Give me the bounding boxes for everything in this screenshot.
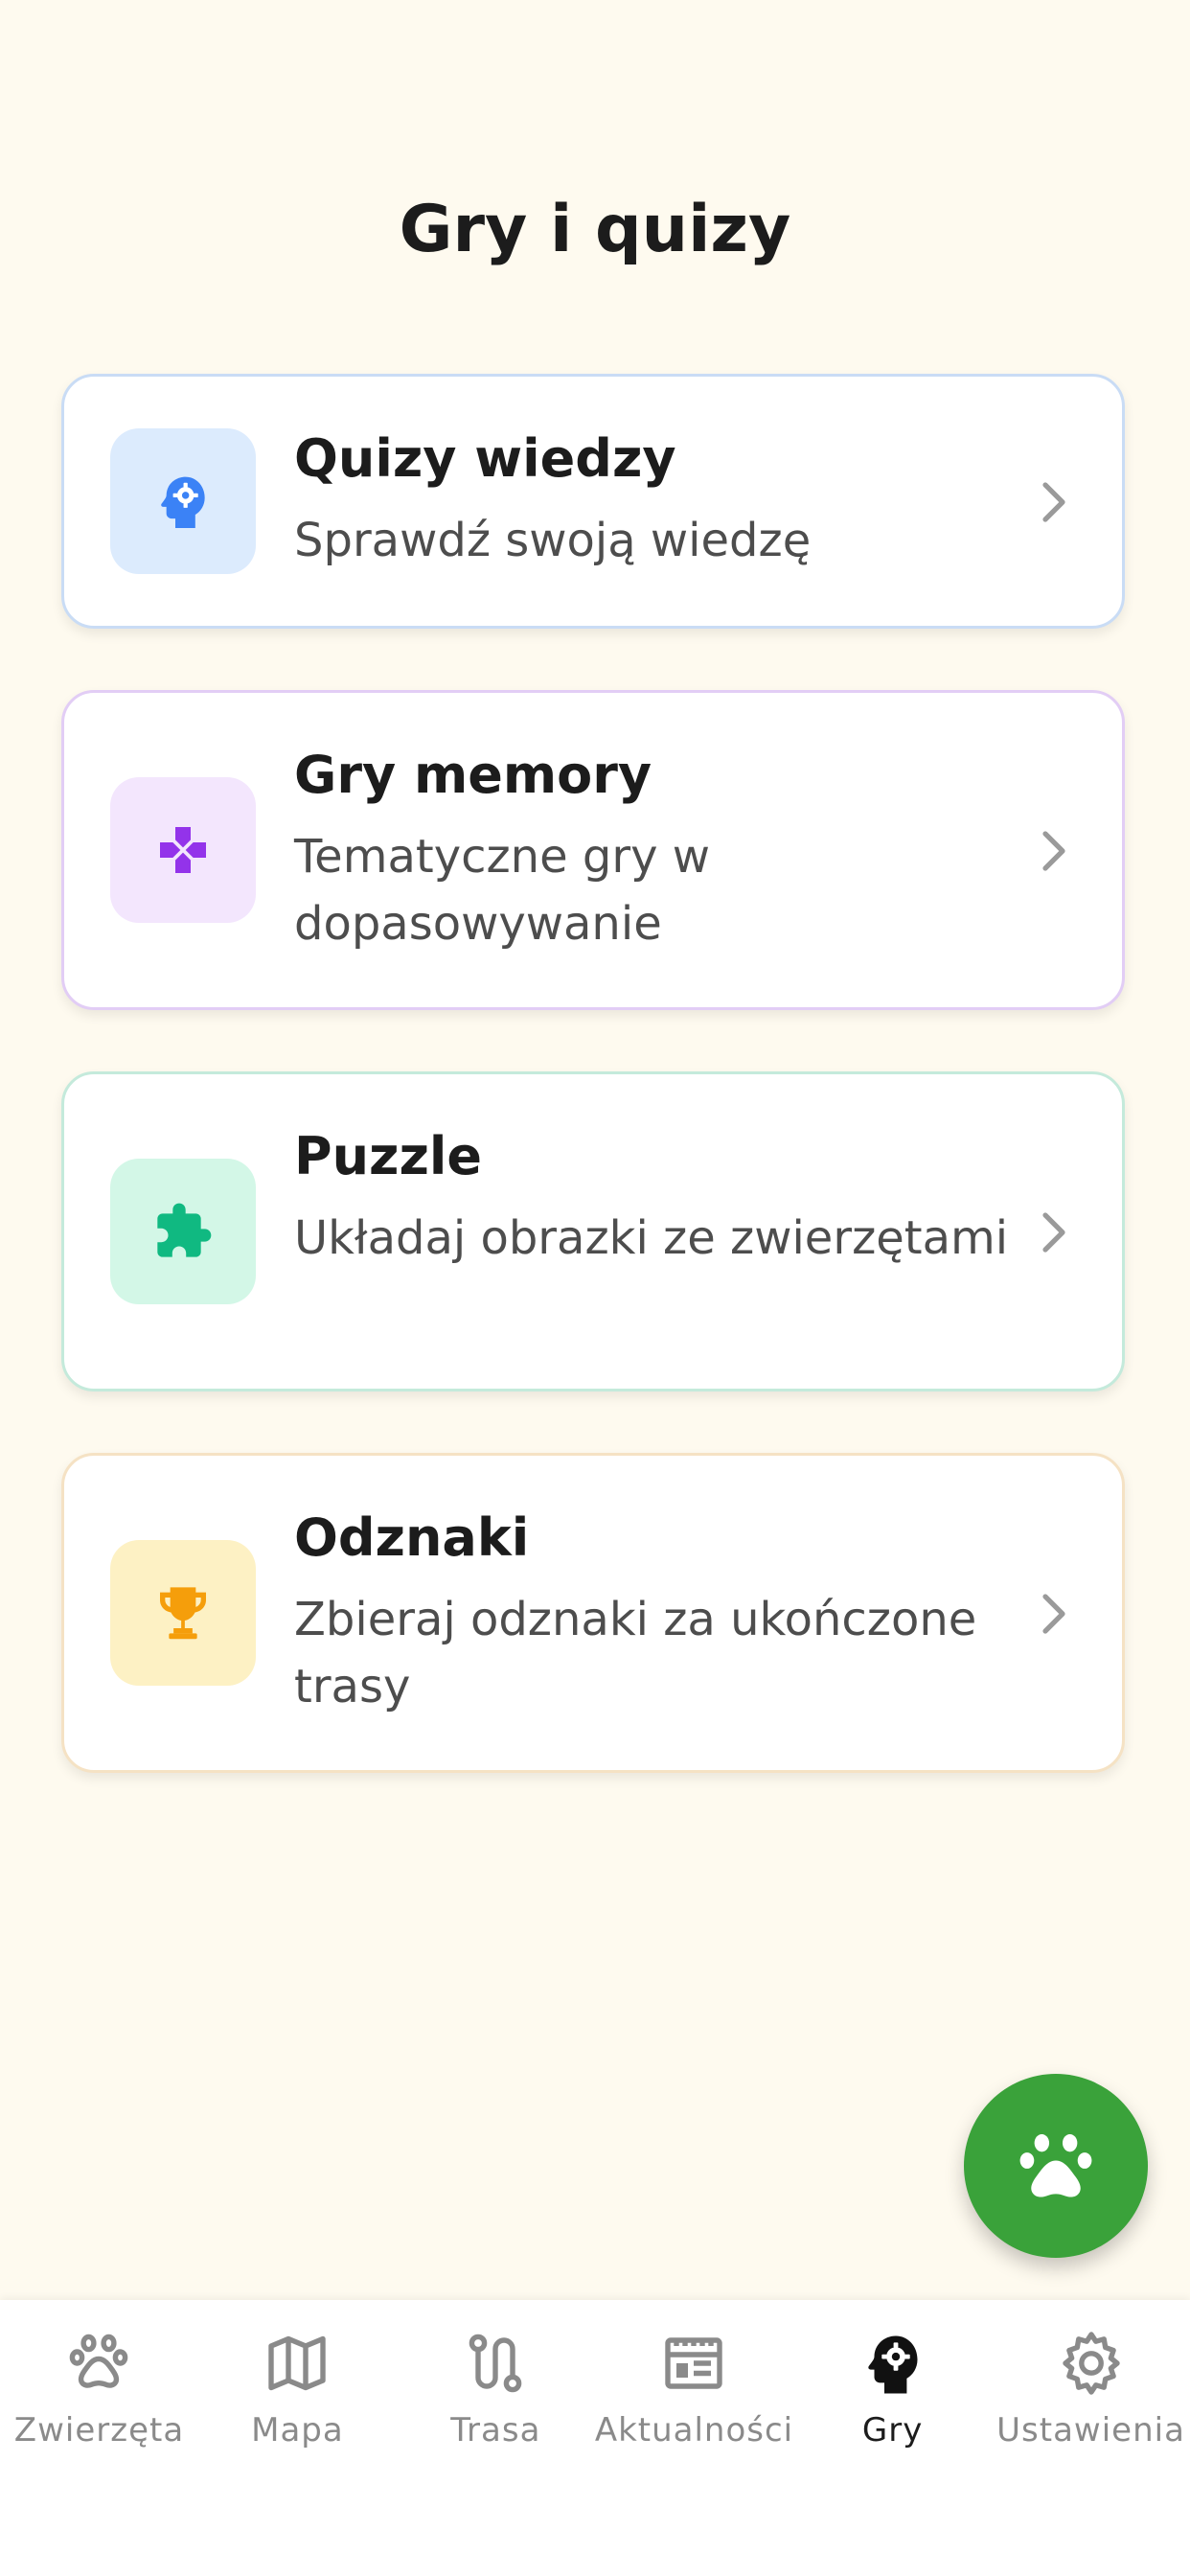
- nav-label: Trasa: [450, 2411, 541, 2450]
- card-title: Quizy wiedzy: [294, 428, 676, 489]
- bottom-navigation: Zwierzęta Mapa Trasa Aktualności Gry Ust…: [0, 2300, 1190, 2576]
- route-icon: [469, 2334, 522, 2393]
- card-icon-box: [110, 777, 256, 923]
- chevron-right-icon: [1042, 1212, 1065, 1253]
- map-icon: [268, 2335, 327, 2391]
- nav-label: Zwierzęta: [13, 2411, 185, 2450]
- nav-item-animals[interactable]: Zwierzęta: [0, 2300, 198, 2576]
- nav-item-news[interactable]: Aktualności: [595, 2300, 793, 2576]
- card-subtitle: Sprawdź swoją wiedzę: [294, 514, 812, 567]
- nav-item-games[interactable]: Gry: [793, 2300, 992, 2576]
- nav-label: Gry: [861, 2411, 924, 2450]
- card-title: Puzzle: [294, 1126, 483, 1186]
- newspaper-icon: [665, 2337, 723, 2389]
- paw-fab-button[interactable]: [964, 2074, 1148, 2258]
- chevron-right-icon: [1042, 1594, 1065, 1634]
- card-icon-box: [110, 428, 256, 574]
- card-title: Odznaki: [294, 1507, 530, 1568]
- nav-label: Ustawienia: [996, 2411, 1185, 2450]
- nav-label: Aktualności: [594, 2411, 794, 2450]
- trophy-icon: [160, 1587, 206, 1640]
- paw-icon: [70, 2334, 128, 2388]
- card-text: Odznaki Zbieraj odznaki za ukończone tra…: [294, 1504, 1026, 1720]
- nav-item-route[interactable]: Trasa: [397, 2300, 595, 2576]
- card-icon-box: [110, 1159, 256, 1304]
- card-text: Quizy wiedzy Sprawdź swoją wiedzę: [294, 425, 1026, 574]
- nav-icon-wrap: [858, 2329, 927, 2398]
- card-icon-box: [110, 1540, 256, 1686]
- card-subtitle: Tematyczne gry w dopasowywanie: [294, 830, 711, 951]
- card-text: Gry memory Tematyczne gry w dopasowywani…: [294, 741, 1026, 957]
- card-quizzes[interactable]: Quizy wiedzy Sprawdź swoją wiedzę: [61, 374, 1125, 629]
- card-memory-games[interactable]: Gry memory Tematyczne gry w dopasowywani…: [61, 690, 1125, 1010]
- card-badges[interactable]: Odznaki Zbieraj odznaki za ukończone tra…: [61, 1453, 1125, 1773]
- nav-icon-wrap: [263, 2329, 332, 2398]
- gear-icon: [1062, 2332, 1120, 2395]
- head-gear-icon: [867, 2335, 918, 2394]
- nav-label: Mapa: [251, 2411, 344, 2450]
- nav-icon-wrap: [64, 2329, 133, 2398]
- gamepad-icon: [160, 827, 206, 873]
- card-title: Gry memory: [294, 745, 652, 805]
- nav-icon-wrap: [461, 2329, 530, 2398]
- puzzle-icon: [157, 1203, 212, 1257]
- card-subtitle: Zbieraj odznaki za ukończone trasy: [294, 1593, 977, 1714]
- nav-icon-wrap: [659, 2329, 728, 2398]
- nav-item-settings[interactable]: Ustawienia: [992, 2300, 1190, 2576]
- nav-item-map[interactable]: Mapa: [198, 2300, 397, 2576]
- page-title: Gry i quizy: [399, 192, 791, 267]
- chevron-right-icon: [1042, 831, 1065, 871]
- card-puzzle[interactable]: Puzzle Układaj obrazki ze zwierzętami: [61, 1071, 1125, 1392]
- head-gear-icon: [161, 476, 205, 528]
- chevron-right-icon: [1042, 482, 1065, 522]
- paw-icon: [1019, 2134, 1092, 2197]
- nav-icon-wrap: [1057, 2329, 1126, 2398]
- card-text: Puzzle Układaj obrazki ze zwierzętami: [294, 1122, 1026, 1272]
- card-subtitle: Układaj obrazki ze zwierzętami: [294, 1211, 1009, 1265]
